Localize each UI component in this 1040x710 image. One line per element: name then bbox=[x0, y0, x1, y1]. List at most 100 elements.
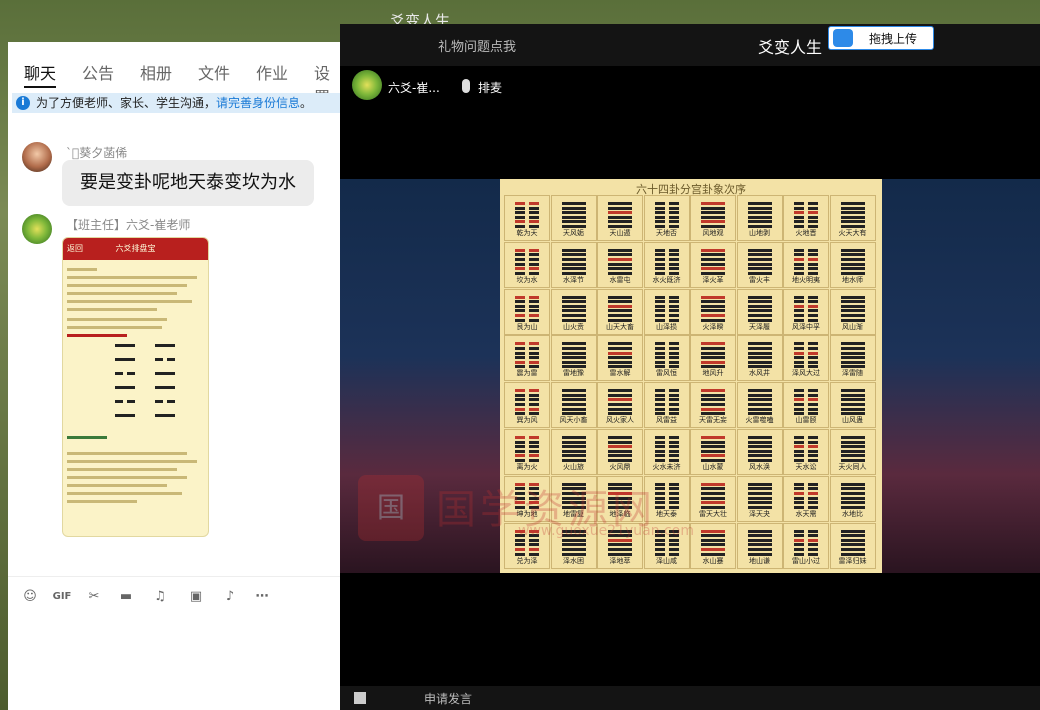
avatar[interactable] bbox=[22, 214, 52, 244]
apply-speak-button[interactable]: 申请发言 bbox=[424, 690, 472, 707]
gif-icon[interactable]: GIF bbox=[52, 587, 72, 607]
hexagram-cell: 地风升 bbox=[690, 335, 736, 382]
hexagram-line bbox=[794, 215, 804, 219]
hexagram-cell: 泽雷随 bbox=[829, 335, 876, 382]
folder-icon[interactable]: ▬ bbox=[116, 587, 136, 607]
tab-announcement[interactable]: 公告 bbox=[82, 60, 114, 84]
host-avatar[interactable] bbox=[352, 70, 382, 100]
hexagram-line bbox=[701, 393, 725, 397]
avatar[interactable] bbox=[22, 142, 52, 172]
hexagram-name: 山地剥 bbox=[749, 229, 770, 237]
hexagram-line bbox=[608, 309, 632, 313]
hexagram-line bbox=[794, 482, 804, 486]
hexagram-line bbox=[840, 346, 865, 350]
info-icon: i bbox=[16, 96, 30, 110]
hexagram-line bbox=[561, 398, 586, 402]
speaker-icon[interactable] bbox=[354, 692, 366, 704]
hexagram-line bbox=[701, 538, 725, 542]
hexagram-line bbox=[515, 398, 525, 402]
hexagram-line bbox=[840, 547, 865, 551]
hexagram-line bbox=[608, 300, 632, 304]
hexagram-line bbox=[529, 356, 539, 360]
hexagram-line bbox=[701, 295, 725, 299]
hexagram-line bbox=[701, 402, 725, 406]
hexagram-line bbox=[808, 449, 818, 453]
scissors-icon[interactable]: ✂ bbox=[84, 587, 104, 607]
hexagram-line bbox=[529, 402, 539, 406]
drag-upload-button[interactable]: 拖拽上传 bbox=[828, 26, 934, 50]
hexagram-line bbox=[747, 342, 772, 346]
hexagram-line bbox=[608, 253, 632, 257]
hexagram-line bbox=[794, 547, 804, 551]
hexagram-line bbox=[840, 445, 865, 449]
hexagram-line bbox=[701, 202, 725, 205]
hexagram-line bbox=[808, 351, 818, 355]
hexagram-line bbox=[840, 220, 865, 224]
bell-icon[interactable]: ♪ bbox=[220, 587, 240, 607]
hexagram-cell: 风雷益 bbox=[643, 382, 690, 429]
hexagram-line bbox=[561, 206, 586, 210]
emoji-icon[interactable]: ☺ bbox=[20, 587, 40, 607]
hexagram-line bbox=[701, 543, 725, 547]
music-icon[interactable]: ♫ bbox=[150, 587, 170, 607]
hexagram-line bbox=[515, 202, 525, 205]
hexagram-line bbox=[701, 487, 725, 491]
tab-files[interactable]: 文件 bbox=[198, 60, 230, 84]
hexagram-name: 火水未济 bbox=[652, 463, 681, 471]
hexagram-line bbox=[668, 547, 679, 551]
shared-image[interactable]: 返回 六爻排盘宝 bbox=[62, 237, 209, 537]
hexagram-line bbox=[747, 309, 772, 313]
hexagram-line bbox=[747, 351, 772, 355]
hexagram-name: 水雷屯 bbox=[609, 275, 631, 284]
more-icon[interactable]: ⋯ bbox=[252, 587, 272, 607]
hexagram-cell: 泽风大过 bbox=[783, 335, 829, 382]
hexagram-line bbox=[808, 407, 818, 411]
hexagram-line bbox=[794, 257, 804, 261]
tab-album[interactable]: 相册 bbox=[140, 60, 172, 84]
hexagram-line bbox=[608, 262, 632, 266]
hexagram-line bbox=[840, 313, 865, 317]
hexagram-name: 水地比 bbox=[842, 509, 863, 518]
hexagram-line bbox=[747, 501, 772, 505]
gift-help-link[interactable]: 礼物问题点我 bbox=[438, 36, 516, 55]
hexagram-line bbox=[668, 304, 679, 308]
hexagram-line bbox=[747, 449, 772, 453]
hexagram-line bbox=[701, 454, 725, 458]
hexagram-cell: 雷水解 bbox=[597, 335, 643, 382]
tab-chat[interactable]: 聊天 bbox=[24, 60, 56, 84]
hexagram-line bbox=[808, 248, 818, 252]
hexagram-line bbox=[654, 300, 665, 304]
complete-info-link[interactable]: 请完善身份信息 bbox=[216, 96, 300, 110]
hexagram-line bbox=[515, 300, 525, 304]
queue-mic-button[interactable]: 排麦 bbox=[478, 79, 502, 96]
hexagram-line bbox=[654, 257, 665, 261]
hexagram-line bbox=[747, 220, 772, 224]
tab-homework[interactable]: 作业 bbox=[256, 60, 288, 84]
hexagram-line bbox=[840, 342, 865, 346]
hexagram-line bbox=[808, 496, 818, 500]
hexagram-line bbox=[840, 529, 865, 533]
hexagram-line bbox=[515, 440, 525, 444]
hexagram-line bbox=[747, 202, 772, 205]
hexagram-cell: 雷火丰 bbox=[736, 241, 783, 288]
hexagram-line bbox=[608, 389, 632, 393]
hexagram-line bbox=[668, 449, 679, 453]
hexagram-line bbox=[668, 220, 679, 224]
hexagram-line bbox=[701, 211, 725, 215]
hexagram-line bbox=[794, 436, 804, 439]
hexagram-line bbox=[701, 482, 725, 486]
image-icon[interactable]: ▣ bbox=[186, 587, 206, 607]
hexagram-line bbox=[561, 313, 586, 317]
hexagram-cell: 天山遁 bbox=[597, 195, 643, 241]
hexagram-line bbox=[561, 211, 586, 215]
hexagram-cell: 雷泽归妹 bbox=[829, 522, 876, 569]
hexagram-line bbox=[529, 393, 539, 397]
hexagram-name: 风天小畜 bbox=[559, 416, 588, 425]
hexagram-line bbox=[608, 393, 632, 397]
hexagram-line bbox=[747, 300, 772, 304]
hexagram-name: 火山旅 bbox=[563, 463, 584, 471]
hexagram-name: 雷风恒 bbox=[656, 369, 677, 378]
hexagram-line bbox=[529, 257, 539, 261]
hexagram-line bbox=[840, 389, 865, 393]
hexagram-line bbox=[515, 393, 525, 397]
